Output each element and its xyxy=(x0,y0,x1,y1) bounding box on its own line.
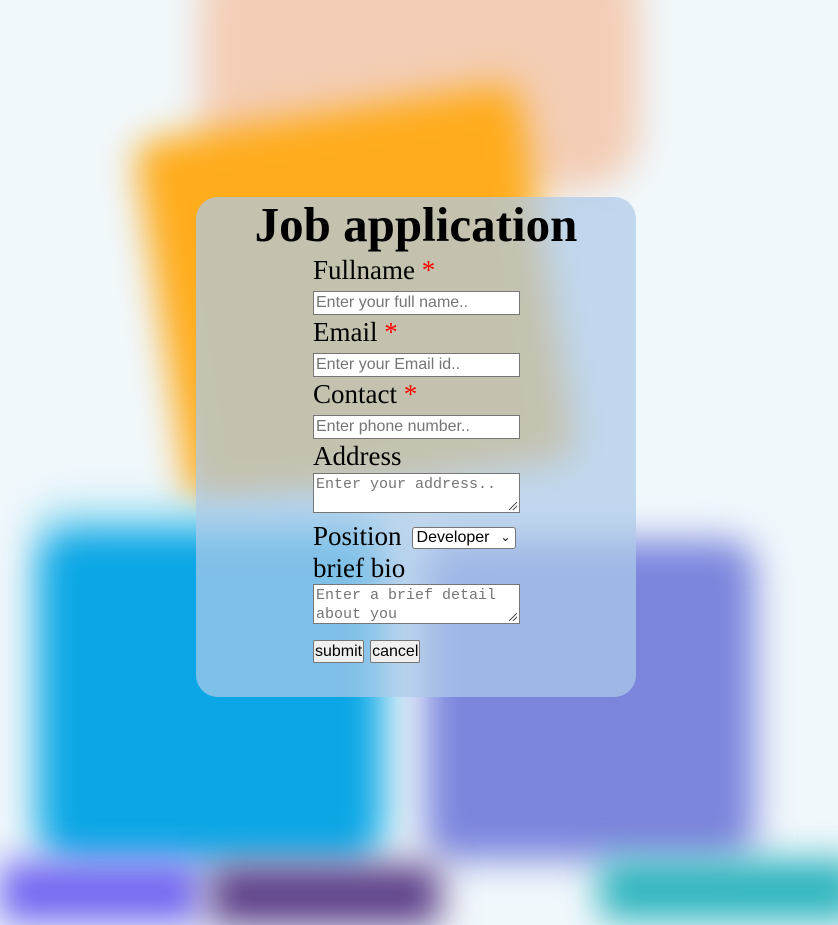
page-title: Job application xyxy=(254,197,578,252)
required-marker: * xyxy=(384,317,398,347)
email-label-text: Email xyxy=(313,317,378,347)
position-select[interactable]: Developer ⌄ xyxy=(411,527,516,550)
bio-label: brief bio xyxy=(313,553,406,583)
email-input[interactable]: Enter your Email id.. xyxy=(313,353,520,377)
required-marker: * xyxy=(403,379,418,409)
fullname-label-text: Fullname xyxy=(313,255,415,285)
email-label: Email * xyxy=(313,315,613,349)
fullname-label: Fullname * xyxy=(313,253,613,287)
position-selected-value: Developer xyxy=(416,529,490,547)
resize-handle-icon[interactable] xyxy=(509,502,517,510)
bio-textarea[interactable]: Enter a brief detail about you xyxy=(313,584,520,624)
position-row: Position Developer ⌄ xyxy=(313,519,613,553)
fullname-input[interactable]: Enter your full name.. xyxy=(313,291,520,315)
contact-label: Contact * xyxy=(313,377,613,411)
application-card: Job application Fullname * Enter your fu… xyxy=(196,197,636,697)
background-shape xyxy=(600,860,838,920)
position-label: Position xyxy=(313,521,402,551)
contact-input[interactable]: Enter phone number.. xyxy=(313,415,520,439)
submit-button[interactable]: submit xyxy=(313,640,365,663)
form-actions: submit cancel xyxy=(313,640,613,663)
resize-handle-icon[interactable] xyxy=(509,613,517,621)
background-shape xyxy=(210,865,440,925)
application-form: Fullname * Enter your full name.. Email … xyxy=(313,253,613,663)
contact-label-text: Contact xyxy=(313,379,397,409)
required-marker: * xyxy=(421,255,436,285)
background-shape xyxy=(0,862,200,922)
cancel-button[interactable]: cancel xyxy=(370,640,421,663)
bio-placeholder: Enter a brief detail about you xyxy=(316,587,497,623)
address-textarea[interactable]: Enter your address.. xyxy=(313,473,520,513)
address-placeholder: Enter your address.. xyxy=(316,476,497,493)
chevron-down-icon: ⌄ xyxy=(500,530,511,545)
address-label: Address xyxy=(313,441,402,471)
